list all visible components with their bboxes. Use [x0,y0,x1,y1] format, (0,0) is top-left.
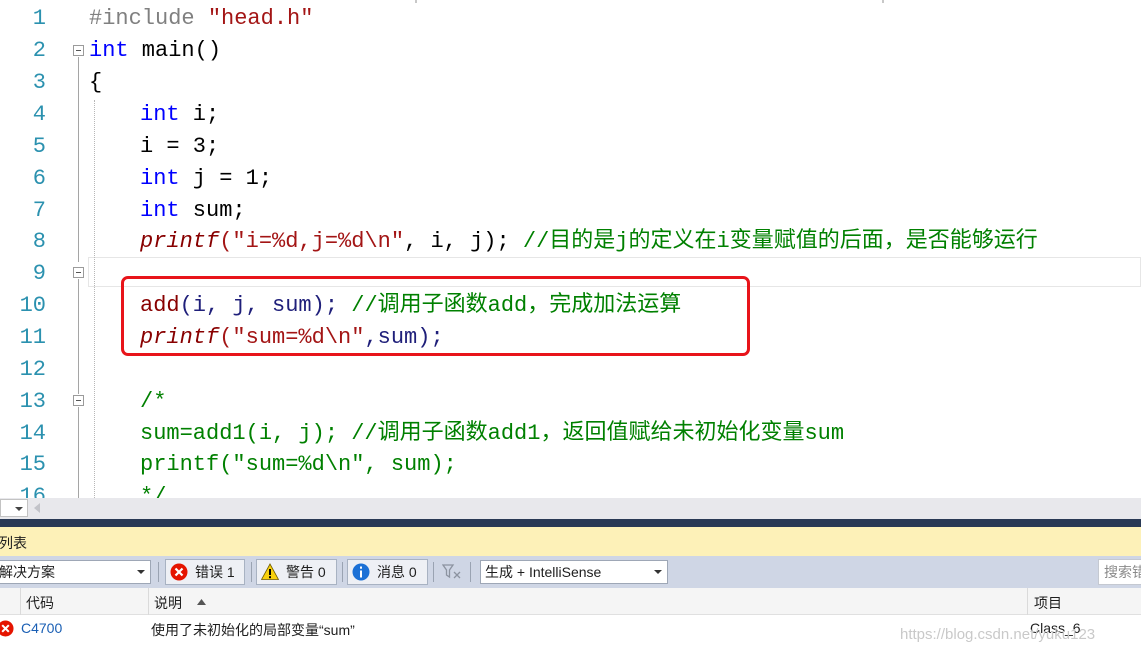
code-line: int j = 1; [140,166,273,191]
errors-filter-button[interactable]: 错误 1 [165,559,245,585]
error-code-link[interactable]: C4700 [21,620,62,636]
error-icon [170,563,188,581]
search-input[interactable]: 搜索错 [1098,559,1141,585]
line-number: 15 [19,452,46,477]
fold-line [78,279,79,394]
column-header-description[interactable]: 说明 [154,593,182,613]
line-number: 7 [32,198,46,223]
panel-splitter[interactable] [0,519,1141,527]
search-placeholder: 搜索错 [1104,564,1141,580]
error-list-header: 代码 说明 项目 [0,588,1141,615]
column-header-project[interactable]: 项目 [1034,593,1062,613]
toolbar-divider [470,562,471,582]
fold-line [78,57,79,262]
line-number: 3 [32,70,46,95]
code-line: i = 3; [140,134,220,159]
line-number: 6 [32,166,46,191]
scroll-left-icon[interactable] [34,503,40,513]
warnings-filter-label: 警告 0 [286,564,326,580]
line-number: 14 [19,421,46,446]
panel-title: 列表 [0,535,27,551]
errors-filter-label: 错误 1 [195,564,235,580]
line-number: 11 [19,325,46,350]
collapse-icon[interactable] [73,267,84,278]
build-filter-dropdown[interactable]: 生成 + IntelliSense [480,560,668,584]
warning-icon [261,563,279,580]
fold-line [78,407,79,498]
messages-filter-label: 消息 0 [377,564,417,580]
code-line: #include "head.h" [89,6,314,31]
error-list-title-bar: 列表 [0,527,1141,556]
line-number: 13 [19,389,46,414]
column-header-code[interactable]: 代码 [26,593,54,613]
toolbar-divider [433,562,434,582]
info-icon [352,563,370,581]
line-number: 16 [19,484,46,498]
code-line: sum=add1(i, j); //调用子函数add1，返回值赋给未初始化变量s… [140,421,845,446]
scope-dropdown-value: 解决方案 [0,564,55,580]
sort-ascending-icon [197,599,206,605]
error-description: 使用了未初始化的局部变量“sum” [151,622,355,638]
collapse-icon[interactable] [73,45,84,56]
watermark: https://blog.csdn.net/yuku123 [900,626,1096,643]
red-annotation-box [121,276,750,356]
column-divider [148,588,149,615]
error-icon [0,620,14,637]
indent-guide [94,100,95,498]
horizontal-scrollbar[interactable] [0,498,1141,519]
code-line: int sum; [140,198,246,223]
code-line: /* [140,389,167,414]
code-line: { [89,70,103,95]
code-line: int i; [140,102,220,127]
collapse-icon[interactable] [73,395,84,406]
messages-filter-button[interactable]: 消息 0 [347,559,428,585]
line-number: 8 [32,229,46,254]
toolbar-divider [158,562,159,582]
column-divider [20,588,21,615]
line-number: 1 [32,6,46,31]
column-divider [1027,588,1028,615]
line-number: 2 [32,38,46,63]
line-number: 4 [32,102,46,127]
code-line: printf("i=%d,j=%d\n", i, j); //目的是j的定义在i… [140,229,1038,254]
code-line: printf("sum=%d\n", sum); [140,452,457,477]
scope-dropdown[interactable]: 解决方案 [0,560,151,584]
code-editor[interactable]: 1 2 3 4 5 6 7 8 9 10 11 12 13 14 15 16 #… [0,0,1141,498]
filter-icon[interactable] [442,563,462,581]
line-number: 12 [19,357,46,382]
error-list-toolbar: 解决方案 错误 1 警告 0 消息 0 生成 + IntelliSense 搜索 [0,556,1141,588]
zoom-dropdown[interactable] [0,499,28,517]
code-line: int main() [89,38,222,63]
toolbar-divider [342,562,343,582]
line-number: 10 [19,293,46,318]
line-number: 5 [32,134,46,159]
line-number: 9 [32,261,46,286]
warnings-filter-button[interactable]: 警告 0 [256,559,337,585]
toolbar-divider [251,562,252,582]
code-line: */ [140,484,167,498]
build-filter-value: 生成 + IntelliSense [485,564,602,580]
